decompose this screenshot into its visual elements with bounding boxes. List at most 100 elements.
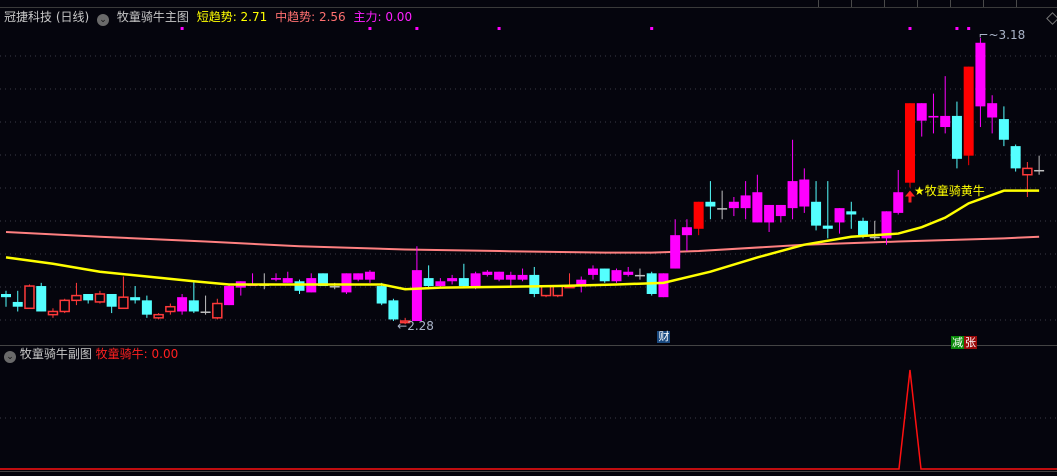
reduce-increase-badge[interactable]: 减张 xyxy=(950,331,977,350)
candle[interactable] xyxy=(364,270,375,283)
candle[interactable] xyxy=(141,295,152,318)
candle[interactable] xyxy=(153,313,164,320)
short-trend-value: 短趋势: 2.71 xyxy=(196,10,268,24)
candle[interactable] xyxy=(1010,144,1021,172)
candle[interactable] xyxy=(353,273,364,282)
candle[interactable] xyxy=(881,211,892,245)
reduce-badge: 减 xyxy=(950,336,964,349)
candle[interactable] xyxy=(623,266,634,277)
finance-badge[interactable]: 财 xyxy=(657,331,671,343)
collapse-chevron-icon[interactable]: ⌄ xyxy=(97,14,110,26)
candle[interactable] xyxy=(588,265,598,280)
candle[interactable] xyxy=(963,66,974,166)
candle[interactable] xyxy=(458,263,469,288)
candle-body xyxy=(505,274,516,280)
collapse-chevron-icon[interactable]: ⌄ xyxy=(4,351,16,363)
candle[interactable] xyxy=(423,265,434,290)
candle[interactable] xyxy=(505,271,516,287)
candle[interactable] xyxy=(517,268,528,282)
candle-body xyxy=(752,192,763,223)
candle[interactable] xyxy=(670,219,681,269)
candle[interactable] xyxy=(846,201,857,229)
candle[interactable] xyxy=(271,273,282,282)
main-force-value: 主力: 0.00 xyxy=(353,10,413,24)
kline-chart[interactable] xyxy=(0,0,1057,476)
candle-body xyxy=(987,103,998,118)
candle[interactable] xyxy=(740,181,751,220)
candle-body xyxy=(188,300,199,312)
candle-body xyxy=(764,204,775,223)
candle[interactable] xyxy=(552,285,564,298)
candle[interactable] xyxy=(834,208,845,234)
candle[interactable] xyxy=(118,276,129,310)
candle-body xyxy=(294,281,305,291)
candle[interactable] xyxy=(658,273,669,298)
candle[interactable] xyxy=(916,103,927,137)
candle-body xyxy=(24,285,35,310)
candle[interactable] xyxy=(435,278,446,288)
candle[interactable] xyxy=(447,274,458,285)
candle[interactable] xyxy=(717,190,728,220)
candle[interactable] xyxy=(540,285,552,298)
candle[interactable] xyxy=(998,106,1009,147)
candle[interactable] xyxy=(24,284,35,310)
candle[interactable] xyxy=(752,174,763,223)
candle[interactable] xyxy=(224,284,235,306)
candle[interactable] xyxy=(951,101,962,169)
candle[interactable] xyxy=(130,286,141,304)
candle[interactable] xyxy=(200,295,211,315)
sub-indicator-line xyxy=(0,369,1057,470)
candle[interactable] xyxy=(940,76,951,134)
candle[interactable] xyxy=(388,298,399,322)
candle[interactable] xyxy=(482,270,493,277)
candle[interactable] xyxy=(71,282,82,306)
candle[interactable] xyxy=(599,268,610,283)
candle[interactable] xyxy=(1034,155,1045,175)
candle[interactable] xyxy=(787,139,798,220)
candle-body xyxy=(670,235,681,269)
candle[interactable] xyxy=(611,268,622,283)
candle[interactable] xyxy=(928,93,939,134)
candle[interactable] xyxy=(188,281,199,314)
candle[interactable] xyxy=(47,308,59,318)
candle[interactable] xyxy=(106,293,117,314)
candle[interactable] xyxy=(705,181,716,220)
candle[interactable] xyxy=(634,268,645,280)
candle[interactable] xyxy=(775,204,786,223)
candle[interactable] xyxy=(282,271,293,283)
candle-body xyxy=(693,201,704,229)
candle[interactable] xyxy=(681,219,692,252)
candle[interactable] xyxy=(294,279,305,294)
candle[interactable] xyxy=(165,303,176,315)
candle[interactable] xyxy=(869,220,880,240)
candle[interactable] xyxy=(811,181,822,231)
candle[interactable] xyxy=(799,168,810,213)
candle[interactable] xyxy=(94,290,106,304)
candle[interactable] xyxy=(411,246,422,322)
indicator-name[interactable]: 牧童骑牛主图 xyxy=(117,10,189,24)
candle[interactable] xyxy=(764,204,775,232)
candle[interactable] xyxy=(1,290,11,307)
sub-indicator-name[interactable]: 牧童骑牛副图 xyxy=(20,347,92,361)
candle[interactable] xyxy=(36,282,47,312)
candle[interactable] xyxy=(306,273,317,293)
candle[interactable] xyxy=(987,95,998,134)
candle[interactable] xyxy=(177,293,188,315)
candle[interactable] xyxy=(12,290,23,312)
candle-body xyxy=(834,208,845,223)
candle[interactable] xyxy=(904,103,915,188)
candle[interactable] xyxy=(212,298,223,320)
candle[interactable] xyxy=(822,181,833,239)
candle[interactable] xyxy=(893,169,904,215)
stock-name: 冠捷科技 (日线) xyxy=(4,10,90,24)
candle-body xyxy=(165,305,176,313)
sub-indicator-value: 牧童骑牛: 0.00 xyxy=(95,347,179,361)
candle[interactable] xyxy=(693,201,704,236)
candle[interactable] xyxy=(83,293,94,304)
candle-body xyxy=(822,225,833,229)
candle[interactable] xyxy=(494,271,505,282)
candle[interactable] xyxy=(728,197,739,217)
candle[interactable] xyxy=(59,298,70,314)
candle[interactable] xyxy=(975,38,986,128)
candle[interactable] xyxy=(529,266,540,298)
